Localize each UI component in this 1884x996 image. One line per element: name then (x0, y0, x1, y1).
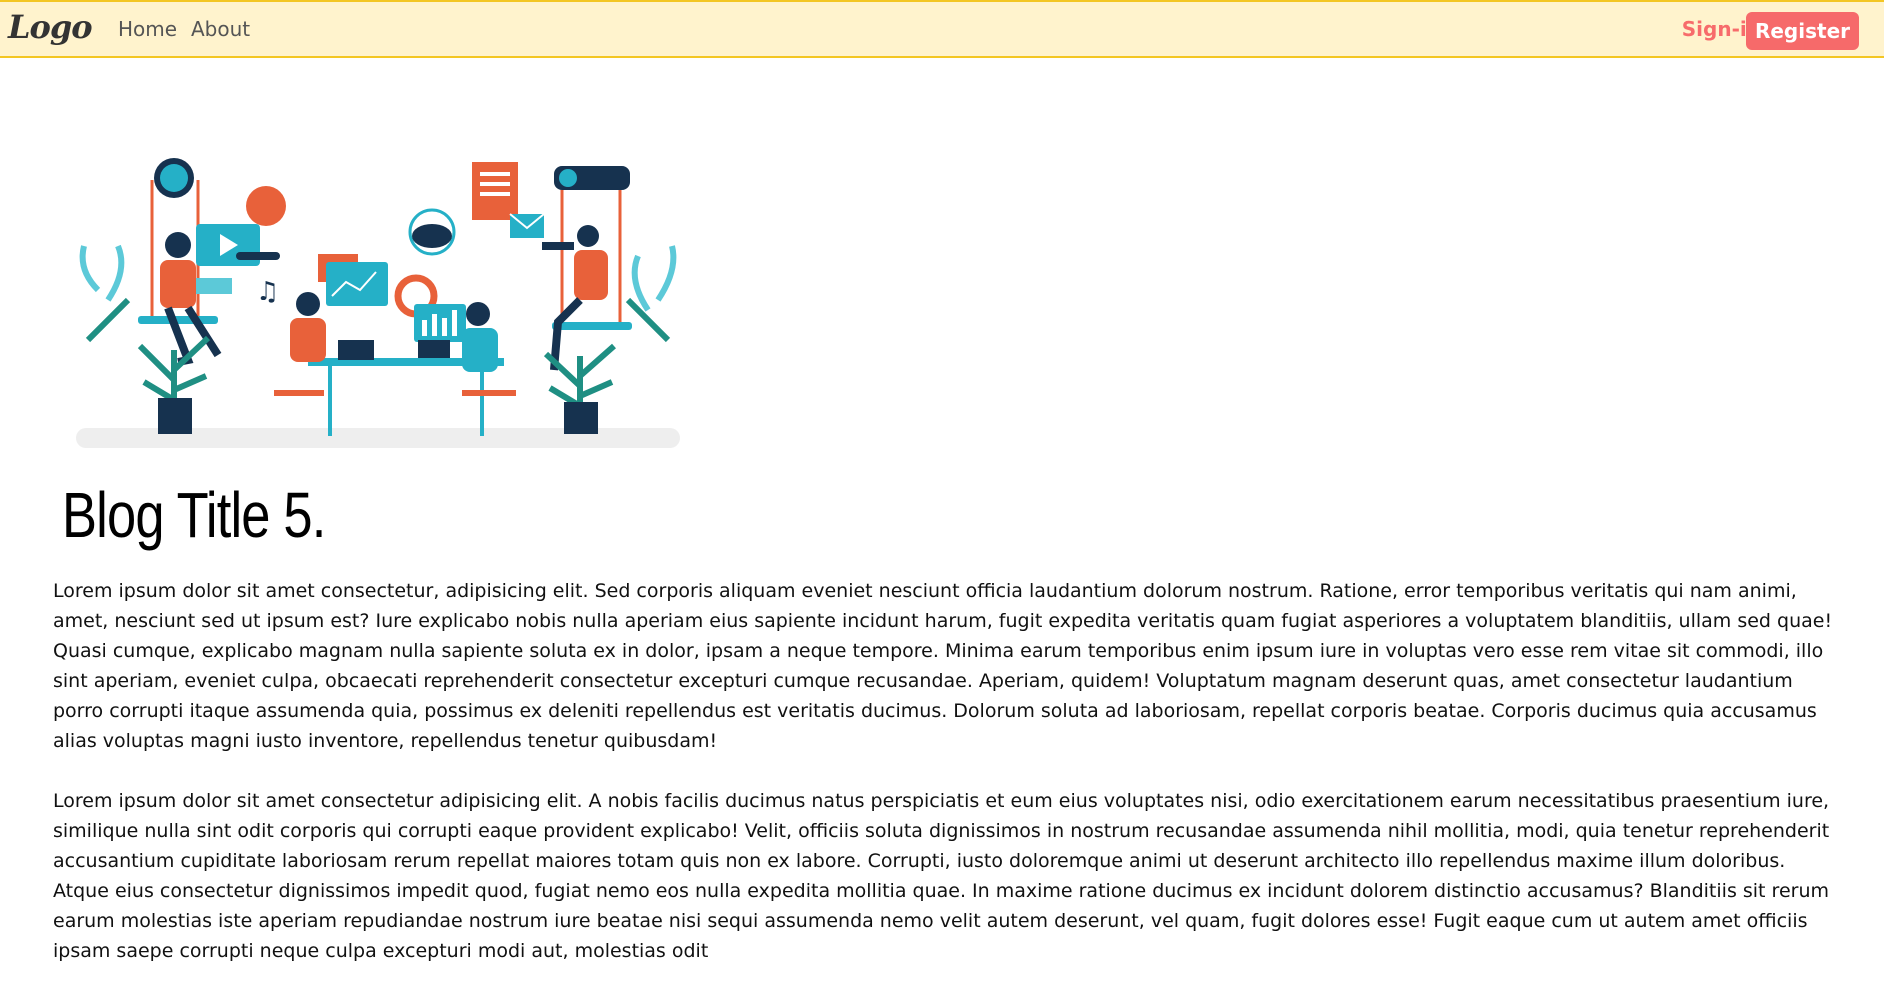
post-paragraph: Lorem ipsum dolor sit amet consectetur a… (53, 790, 1830, 962)
post-content: Lorem ipsum dolor sit amet consectetur, … (53, 576, 1838, 996)
navbar: Logo Home About Sign-in Register (0, 0, 1884, 58)
svg-text:♫: ♫ (256, 277, 279, 307)
hero-illustration: ♫ (68, 150, 688, 450)
nav-link-home[interactable]: Home (118, 17, 177, 41)
logo[interactable]: Logo (8, 8, 93, 46)
post-paragraph: Lorem ipsum dolor sit amet consectetur, … (53, 580, 1833, 752)
team-collaboration-icon: ♫ (76, 158, 680, 448)
register-button[interactable]: Register (1745, 12, 1859, 50)
post-title: Blog Title 5. (62, 479, 326, 551)
nav-link-about[interactable]: About (191, 17, 250, 41)
